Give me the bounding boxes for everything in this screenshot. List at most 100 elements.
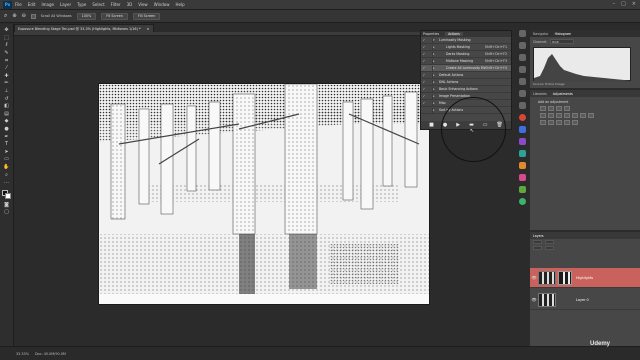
minimize-icon[interactable]: – xyxy=(613,1,616,7)
action-row[interactable]: ✓ ▾ Luminosity Masking xyxy=(421,37,511,44)
menu-window[interactable]: Window xyxy=(154,2,170,7)
tab-libraries[interactable]: Libraries xyxy=(533,92,547,96)
menu-view[interactable]: View xyxy=(138,2,148,7)
action-row[interactable]: ✓ ▸ Darks Masking Shift+Ctrl+F2 xyxy=(421,51,511,58)
image-canvas[interactable] xyxy=(98,83,430,305)
lasso-tool-icon[interactable]: ℓ xyxy=(2,43,11,49)
menu-type[interactable]: Type xyxy=(77,2,86,7)
plugin-purple-icon[interactable] xyxy=(518,138,526,145)
paragraph-panel-icon[interactable] xyxy=(518,54,526,61)
color-lookup-icon[interactable] xyxy=(588,113,594,118)
posterize-icon[interactable] xyxy=(548,120,554,125)
layers-panel-header[interactable]: Layers xyxy=(530,232,640,239)
layer-name[interactable]: Highlights xyxy=(576,276,593,280)
hand-tool-icon[interactable]: ✋ xyxy=(2,165,11,171)
plugin-teal-icon[interactable] xyxy=(518,150,526,157)
gradient-tool-icon[interactable]: ▤ xyxy=(2,111,11,118)
gradient-map-icon[interactable] xyxy=(572,120,578,125)
lock-options[interactable] xyxy=(533,246,542,250)
invert-icon[interactable] xyxy=(540,120,546,125)
visibility-eye-icon[interactable]: 👁 xyxy=(530,297,538,302)
move-tool-icon[interactable]: ✥ xyxy=(2,28,11,34)
more-tools-icon[interactable]: … xyxy=(2,180,11,186)
vibrance-icon[interactable] xyxy=(540,113,546,118)
screen-mode-icon[interactable]: ▢ xyxy=(2,210,11,216)
type-tool-icon[interactable]: T xyxy=(2,142,11,148)
plugin-blue-icon[interactable] xyxy=(518,126,526,133)
blur-tool-icon[interactable]: ◆ xyxy=(2,119,11,125)
quick-mask-icon[interactable]: ◙ xyxy=(2,202,11,208)
action-row[interactable]: ✓ ▸ DNL Actions xyxy=(421,79,511,86)
tab-navigator[interactable]: Navigator xyxy=(533,32,549,36)
black-white-icon[interactable] xyxy=(564,113,570,118)
layer-row-highlights[interactable]: 👁 Highlights xyxy=(530,268,640,288)
zoom-100-button[interactable]: 100% xyxy=(76,12,97,20)
action-row[interactable]: ✓ ▸ Default Actions xyxy=(421,72,511,79)
rectangle-tool-icon[interactable]: ▭ xyxy=(2,157,11,163)
layer-mask-thumbnail[interactable] xyxy=(558,270,572,285)
eyedropper-tool-icon[interactable]: ⁄ xyxy=(2,66,11,72)
plugin-green-icon[interactable] xyxy=(518,186,526,193)
plugin-pink-icon[interactable] xyxy=(518,174,526,181)
tab-adjustments[interactable]: Adjustments xyxy=(553,92,573,96)
visibility-eye-icon[interactable]: 👁 xyxy=(530,275,538,280)
zoom-tool-side-icon[interactable]: ⌕ xyxy=(2,172,11,178)
action-row[interactable]: ✓ ▸ Midtone Masking Shift+Ctrl+F3 xyxy=(421,58,511,65)
selective-color-icon[interactable] xyxy=(564,120,570,125)
menu-image[interactable]: Image xyxy=(41,2,54,7)
opacity-field[interactable] xyxy=(545,240,554,244)
menu-edit[interactable]: Edit xyxy=(28,2,36,7)
crop-tool-icon[interactable]: ⌗ xyxy=(2,58,11,64)
path-selection-tool-icon[interactable]: ➤ xyxy=(2,149,11,156)
zoom-level[interactable]: 33.33% xyxy=(16,352,29,356)
clone-stamp-tool-icon[interactable]: ⊥ xyxy=(2,89,11,95)
document-close-icon[interactable]: × xyxy=(147,27,150,31)
zoom-in-icon[interactable]: ⊕ xyxy=(12,13,16,19)
tab-properties[interactable]: Properties xyxy=(423,32,439,36)
healing-brush-tool-icon[interactable]: ✚ xyxy=(2,74,11,80)
brightness-contrast-icon[interactable] xyxy=(540,106,546,111)
brush-panel-icon[interactable] xyxy=(518,78,526,85)
menu-select[interactable]: Select xyxy=(92,2,104,7)
plugin-green2-icon[interactable] xyxy=(518,198,526,205)
channel-mixer-icon[interactable] xyxy=(580,113,586,118)
menu-help[interactable]: Help xyxy=(175,2,184,7)
layer-row-layer-0[interactable]: 👁 Layer 0 xyxy=(530,290,640,310)
hue-saturation-icon[interactable] xyxy=(548,113,554,118)
brush-tool-icon[interactable]: ✏ xyxy=(2,81,11,87)
fill-screen-button[interactable]: Fill Screen xyxy=(133,12,161,20)
tab-actions[interactable]: Actions xyxy=(445,32,463,36)
fill-field[interactable] xyxy=(545,246,554,250)
close-window-icon[interactable]: × xyxy=(632,1,636,7)
styles-panel-icon[interactable] xyxy=(518,102,526,109)
action-row[interactable]: ✓ ▸ Basic Enhancing Actions xyxy=(421,86,511,93)
plugin-red-icon[interactable] xyxy=(518,114,526,121)
tab-histogram[interactable]: Histogram xyxy=(555,32,572,36)
source-value[interactable]: Entire Image xyxy=(545,82,564,86)
color-balance-icon[interactable] xyxy=(556,113,562,118)
background-color-swatch[interactable] xyxy=(4,193,11,200)
menu-filter[interactable]: Filter xyxy=(111,2,121,7)
maximize-icon[interactable]: □ xyxy=(621,1,626,7)
swatches-panel-icon[interactable] xyxy=(518,90,526,97)
zoom-out-icon[interactable]: ⊖ xyxy=(22,13,26,19)
plugin-orange-icon[interactable] xyxy=(518,162,526,169)
menu-file[interactable]: File xyxy=(15,2,22,7)
action-row[interactable]: ✓ ▸ Lights Masking Shift+Ctrl+F1 xyxy=(421,44,511,51)
info-panel-icon[interactable] xyxy=(518,42,526,49)
threshold-icon[interactable] xyxy=(556,120,562,125)
action-row[interactable]: ✓ ▸ Create All Luminosity Ma... Shift+Ctrl+… xyxy=(421,65,511,72)
layer-name[interactable]: Layer 0 xyxy=(576,298,589,302)
blend-mode-select[interactable] xyxy=(533,240,542,244)
fit-screen-button[interactable]: Fit Screen xyxy=(101,12,128,20)
scroll-all-windows-checkbox[interactable] xyxy=(30,13,36,19)
quick-select-tool-icon[interactable]: ✎ xyxy=(2,51,11,57)
color-swatches[interactable] xyxy=(1,190,12,200)
exposure-icon[interactable] xyxy=(564,106,570,111)
history-brush-tool-icon[interactable]: ↺ xyxy=(2,96,11,102)
menu-layer[interactable]: Layer xyxy=(60,2,71,7)
character-panel-icon[interactable] xyxy=(518,66,526,73)
curves-icon[interactable] xyxy=(556,106,562,111)
marquee-tool-icon[interactable]: ⬚ xyxy=(2,36,11,42)
photo-filter-icon[interactable] xyxy=(572,113,578,118)
